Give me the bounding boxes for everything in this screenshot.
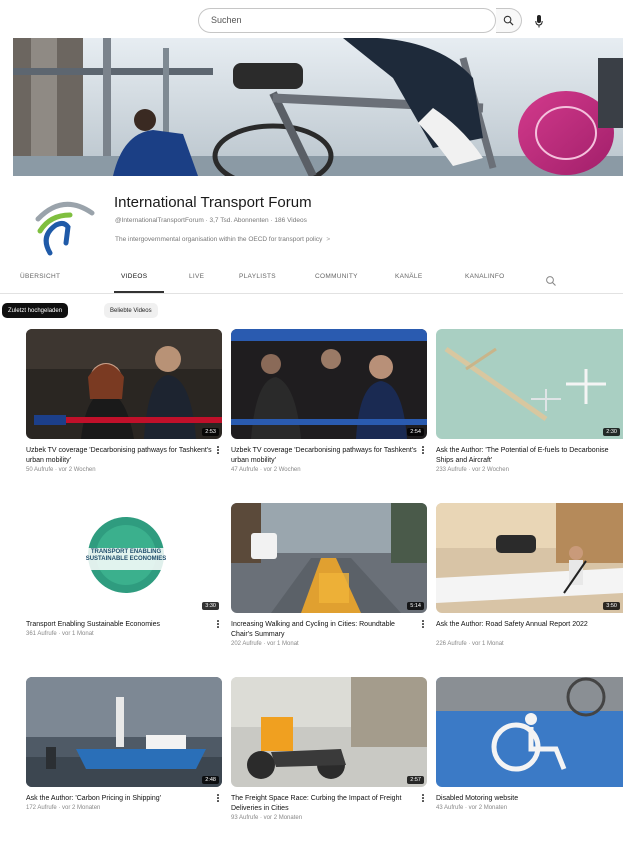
video-title[interactable]: Disabled Motoring website [436,794,622,804]
microphone-icon[interactable] [532,12,546,30]
video-title[interactable]: The Freight Space Race: Curbing the Impa… [231,794,417,814]
video-meta: 43 Aufrufe · vor 2 Monaten [436,805,508,811]
channel-description-text: The intergovernmental organisation withi… [115,236,323,243]
video-duration: 2:54 [407,428,424,436]
channel-meta: @InternationalTransportForum · 3,7 Tsd. … [115,217,307,224]
video-thumbnail[interactable] [436,677,623,787]
video-title[interactable]: Ask the Author: 'Carbon Pricing in Shipp… [26,794,212,804]
channel-banner [13,38,623,176]
more-vertical-icon[interactable] [421,620,425,630]
video-thumbnail[interactable]: 2:53 [26,329,222,439]
video-title[interactable]: Transport Enabling Sustainable Economies [26,620,212,630]
video-duration: 3:50 [603,602,620,610]
video-duration: 3:30 [202,602,219,610]
channel-avatar[interactable] [28,191,98,261]
video-thumbnail[interactable]: 2:48 [26,677,222,787]
video-title[interactable]: Uzbek TV coverage 'Decarbonising pathway… [231,446,417,466]
more-vertical-icon[interactable] [421,794,425,804]
video-title[interactable]: Increasing Walking and Cycling in Cities… [231,620,417,640]
banner-image [13,38,623,176]
video-duration: 2:53 [202,428,219,436]
video-duration: 2:30 [603,428,620,436]
tab-uebersicht[interactable]: ÜBERSICHT [20,273,60,280]
video-meta: 361 Aufrufe · vor 1 Monat [26,631,94,637]
video-duration: 5:14 [407,602,424,610]
video-meta: 233 Aufrufe · vor 2 Wochen [436,467,509,473]
video-meta: 93 Aufrufe · vor 2 Monaten [231,815,303,821]
itf-logo-icon [35,201,95,256]
video-thumbnail[interactable]: 2:30 [436,329,623,439]
video-thumbnail[interactable]: 2:54 [231,329,427,439]
video-title[interactable]: Uzbek TV coverage 'Decarbonising pathway… [26,446,212,466]
search-placeholder: Suchen [211,15,242,25]
tab-playlists[interactable]: PLAYLISTS [239,273,276,280]
video-title[interactable]: Ask the Author: 'The Potential of E-fuel… [436,446,622,466]
channel-description[interactable]: The intergovernmental organisation withi… [115,236,330,243]
video-meta: 50 Aufrufe · vor 2 Wochen [26,467,96,473]
tab-community[interactable]: COMMUNITY [315,273,358,280]
tab-live[interactable]: LIVE [189,273,204,280]
video-duration: 2:57 [407,776,424,784]
more-vertical-icon[interactable] [216,794,220,804]
video-meta: 47 Aufrufe · vor 2 Wochen [231,467,301,473]
tabs-divider [0,293,623,294]
tab-kanalinfo[interactable]: KANALINFO [465,273,505,280]
more-vertical-icon[interactable] [216,620,220,630]
video-thumbnail[interactable]: 2:57 [231,677,427,787]
more-vertical-icon[interactable] [421,446,425,456]
video-thumbnail[interactable]: TRANSPORT ENABLING SUSTAINABLE ECONOMIES… [26,503,222,613]
chip-recently-uploaded[interactable]: Zuletzt hochgeladen [2,303,69,318]
video-meta: 226 Aufrufe · vor 1 Monat [436,641,504,647]
channel-search-icon[interactable] [545,275,557,287]
search-input[interactable]: Suchen [198,8,496,33]
channel-name: International Transport Forum [114,194,312,211]
sustainable-economies-logo: TRANSPORT ENABLING SUSTAINABLE ECONOMIES [85,549,167,562]
video-duration: 2:48 [202,776,219,784]
search-icon [503,15,514,26]
top-bar: Suchen [0,0,623,40]
search-button[interactable] [496,8,522,33]
video-meta: 172 Aufrufe · vor 2 Monaten [26,805,101,811]
video-title[interactable]: Ask the Author: Road Safety Annual Repor… [436,620,622,630]
video-thumbnail[interactable]: 5:14 [231,503,427,613]
chip-popular-videos[interactable]: Beliebte Videos [104,303,158,318]
channel-tabs: ÜBERSICHT VIDEOS LIVE PLAYLISTS COMMUNIT… [0,273,623,293]
tab-videos[interactable]: VIDEOS [121,273,147,280]
video-thumbnail[interactable]: 3:50 [436,503,623,613]
tab-kanaele[interactable]: KANÄLE [395,273,422,280]
more-vertical-icon[interactable] [216,446,220,456]
video-meta: 202 Aufrufe · vor 1 Monat [231,641,299,647]
chevron-right-icon[interactable]: > [326,236,330,243]
